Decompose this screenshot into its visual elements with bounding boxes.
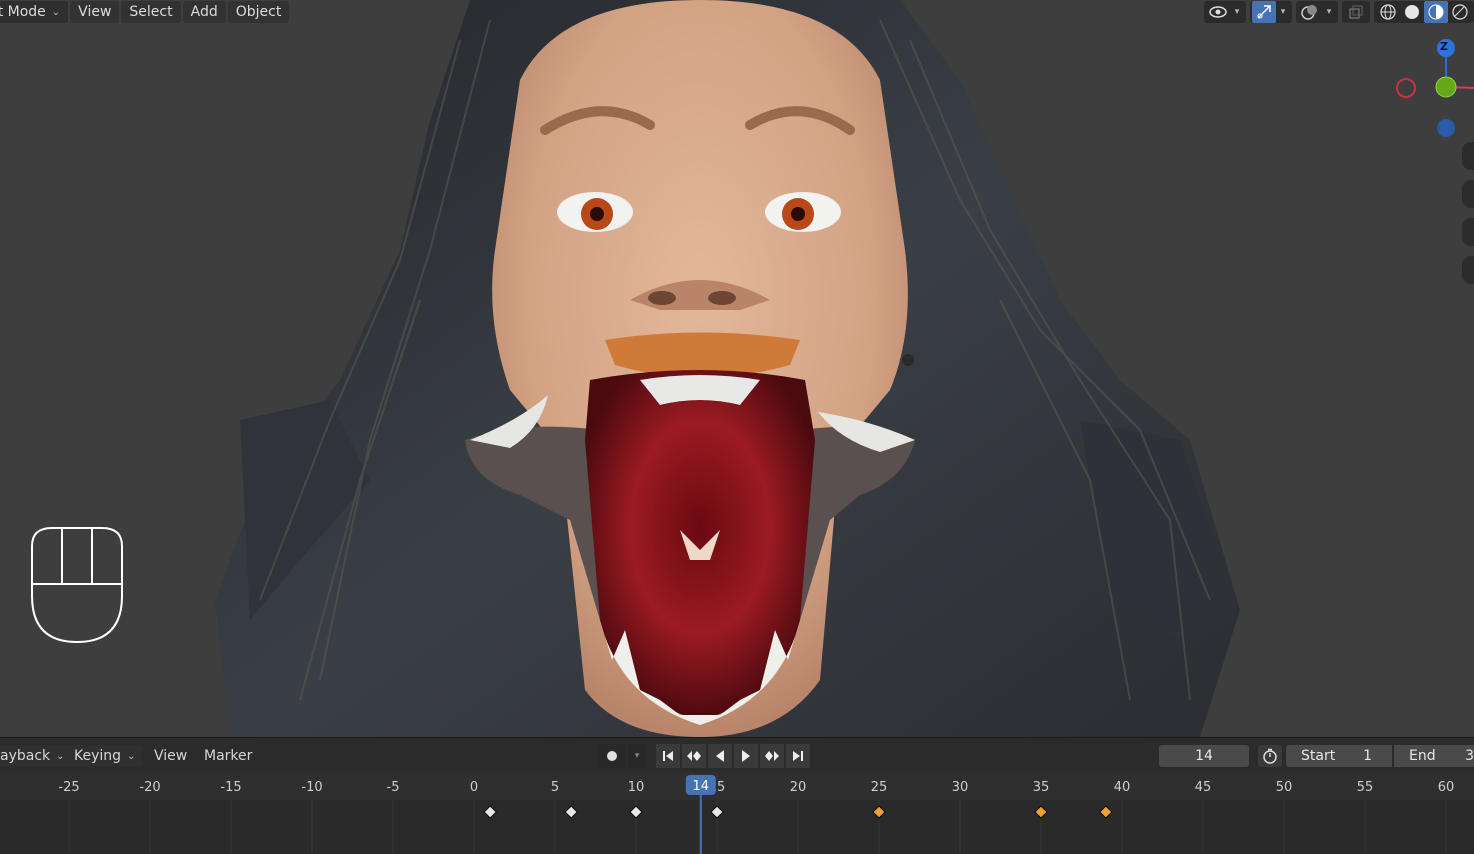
playback-label: ayback	[0, 748, 51, 764]
end-frame-field[interactable]: End 3	[1394, 745, 1474, 767]
gizmo-toggle-icon[interactable]	[1252, 1, 1276, 23]
rendered-shading-icon[interactable]	[1448, 1, 1472, 23]
playhead-frame-label: 14	[693, 779, 710, 794]
side-tool-column	[1462, 142, 1474, 294]
3d-viewport[interactable]: ct Mode ⌄ View Select Add Object ▾ ▾ ▾	[0, 0, 1474, 737]
keyframe-diamond[interactable]	[710, 805, 724, 819]
solid-shading-icon[interactable]	[1400, 1, 1424, 23]
jump-end-icon[interactable]	[786, 744, 810, 768]
start-label: Start	[1301, 748, 1336, 764]
mode-selector[interactable]: ct Mode ⌄	[0, 1, 69, 23]
shading-group	[1374, 1, 1474, 23]
menu-object[interactable]: Object	[227, 1, 290, 23]
play-reverse-icon[interactable]	[708, 744, 732, 768]
keyframe-diamond[interactable]	[872, 805, 886, 819]
timeline-header: ayback ⌄ Keying ⌄ View Marker ▾ 14 Start…	[0, 738, 1474, 772]
menu-view[interactable]: View	[70, 1, 120, 23]
ruler-tick-label: 50	[1276, 780, 1293, 795]
chevron-down-icon: ⌄	[56, 750, 65, 762]
keying-menu[interactable]: Keying ⌄	[68, 745, 142, 767]
ruler-tick-label: 45	[1195, 780, 1212, 795]
end-label: End	[1409, 748, 1436, 764]
ruler-tick-label: 60	[1438, 780, 1455, 795]
timeline-view-menu[interactable]: View	[154, 745, 187, 767]
z-axis-label: Z	[1440, 40, 1448, 53]
ruler-tick-label: -25	[58, 780, 79, 795]
gizmo-axes	[1396, 39, 1474, 137]
chevron-down-icon[interactable]: ▾	[1276, 1, 1290, 23]
ruler-tick-label: 55	[1357, 780, 1374, 795]
visibility-icon[interactable]	[1206, 1, 1230, 23]
next-keyframe-icon[interactable]	[760, 744, 784, 768]
prev-keyframe-icon[interactable]	[682, 744, 706, 768]
ruler-tick-label: 5	[551, 780, 559, 795]
ruler-tick-label: 0	[470, 780, 478, 795]
playback-menu[interactable]: ayback ⌄	[0, 745, 71, 767]
play-icon[interactable]	[734, 744, 758, 768]
ruler-tick-label: 35	[1033, 780, 1050, 795]
keyframe-diamond[interactable]	[629, 805, 643, 819]
keying-label: Keying	[74, 748, 122, 764]
zoom-icon[interactable]	[1462, 142, 1474, 170]
chevron-down-icon[interactable]: ▾	[1230, 1, 1244, 23]
record-button[interactable]	[598, 744, 626, 768]
chevron-down-icon[interactable]: ▾	[1322, 1, 1336, 23]
stopwatch-icon[interactable]	[1258, 745, 1282, 767]
material-shading-icon[interactable]	[1424, 1, 1448, 23]
chevron-down-icon: ⌄	[127, 750, 136, 762]
mode-label: ct Mode	[0, 4, 46, 20]
ruler-tick-label: 10	[628, 780, 645, 795]
visibility-group: ▾	[1204, 1, 1246, 23]
timeline-marks: -25 -20 -15 -10 -5 0 5 10 15 20 25 30 35 40 45 50 55 6014	[58, 775, 1455, 854]
ortho-toggle-icon[interactable]	[1462, 256, 1474, 284]
start-value: 1	[1363, 748, 1372, 764]
start-frame-field[interactable]: Start 1	[1286, 745, 1392, 767]
current-frame-field[interactable]: 14	[1159, 745, 1249, 767]
navigation-gizmo[interactable]: Z	[1374, 36, 1474, 146]
ruler-tick-label: -20	[139, 780, 160, 795]
pan-icon[interactable]	[1462, 180, 1474, 208]
playback-controls: ▾	[598, 744, 810, 768]
overlay-group: ▾	[1296, 1, 1338, 23]
head-model-render	[215, 0, 1240, 737]
viewport-header: ct Mode ⌄ View Select Add Object	[0, 0, 300, 24]
xray-icon[interactable]	[1344, 1, 1368, 23]
ruler-tick-label: 30	[952, 780, 969, 795]
end-value: 3	[1465, 748, 1474, 764]
ruler-tick-label: -15	[220, 780, 241, 795]
viewport-tools: ▾ ▾ ▾	[1204, 0, 1474, 24]
mouse-icon	[31, 527, 123, 644]
keyframe-diamond[interactable]	[1034, 805, 1048, 819]
timeline-editor: ayback ⌄ Keying ⌄ View Marker ▾ 14 Start…	[0, 737, 1474, 854]
ruler-tick-label: -10	[301, 780, 322, 795]
keyframe-diamond[interactable]	[564, 805, 578, 819]
gizmo-group: ▾	[1250, 1, 1292, 23]
marker-menu[interactable]: Marker	[204, 745, 252, 767]
ruler-tick-label: 20	[790, 780, 807, 795]
menu-add[interactable]: Add	[182, 1, 226, 23]
menu-select[interactable]: Select	[121, 1, 181, 23]
keyframe-diamond[interactable]	[1099, 805, 1113, 819]
ruler-tick-label: 40	[1114, 780, 1131, 795]
xray-group	[1342, 1, 1370, 23]
ruler-tick-label: -5	[387, 780, 400, 795]
camera-icon[interactable]	[1462, 218, 1474, 246]
overlay-icon[interactable]	[1298, 1, 1322, 23]
wireframe-shading-icon[interactable]	[1376, 1, 1400, 23]
chevron-down-icon: ⌄	[51, 6, 61, 18]
chevron-down-icon[interactable]: ▾	[628, 744, 646, 768]
keyframe-diamond[interactable]	[483, 805, 497, 819]
jump-start-icon[interactable]	[656, 744, 680, 768]
ruler-tick-label: 25	[871, 780, 888, 795]
